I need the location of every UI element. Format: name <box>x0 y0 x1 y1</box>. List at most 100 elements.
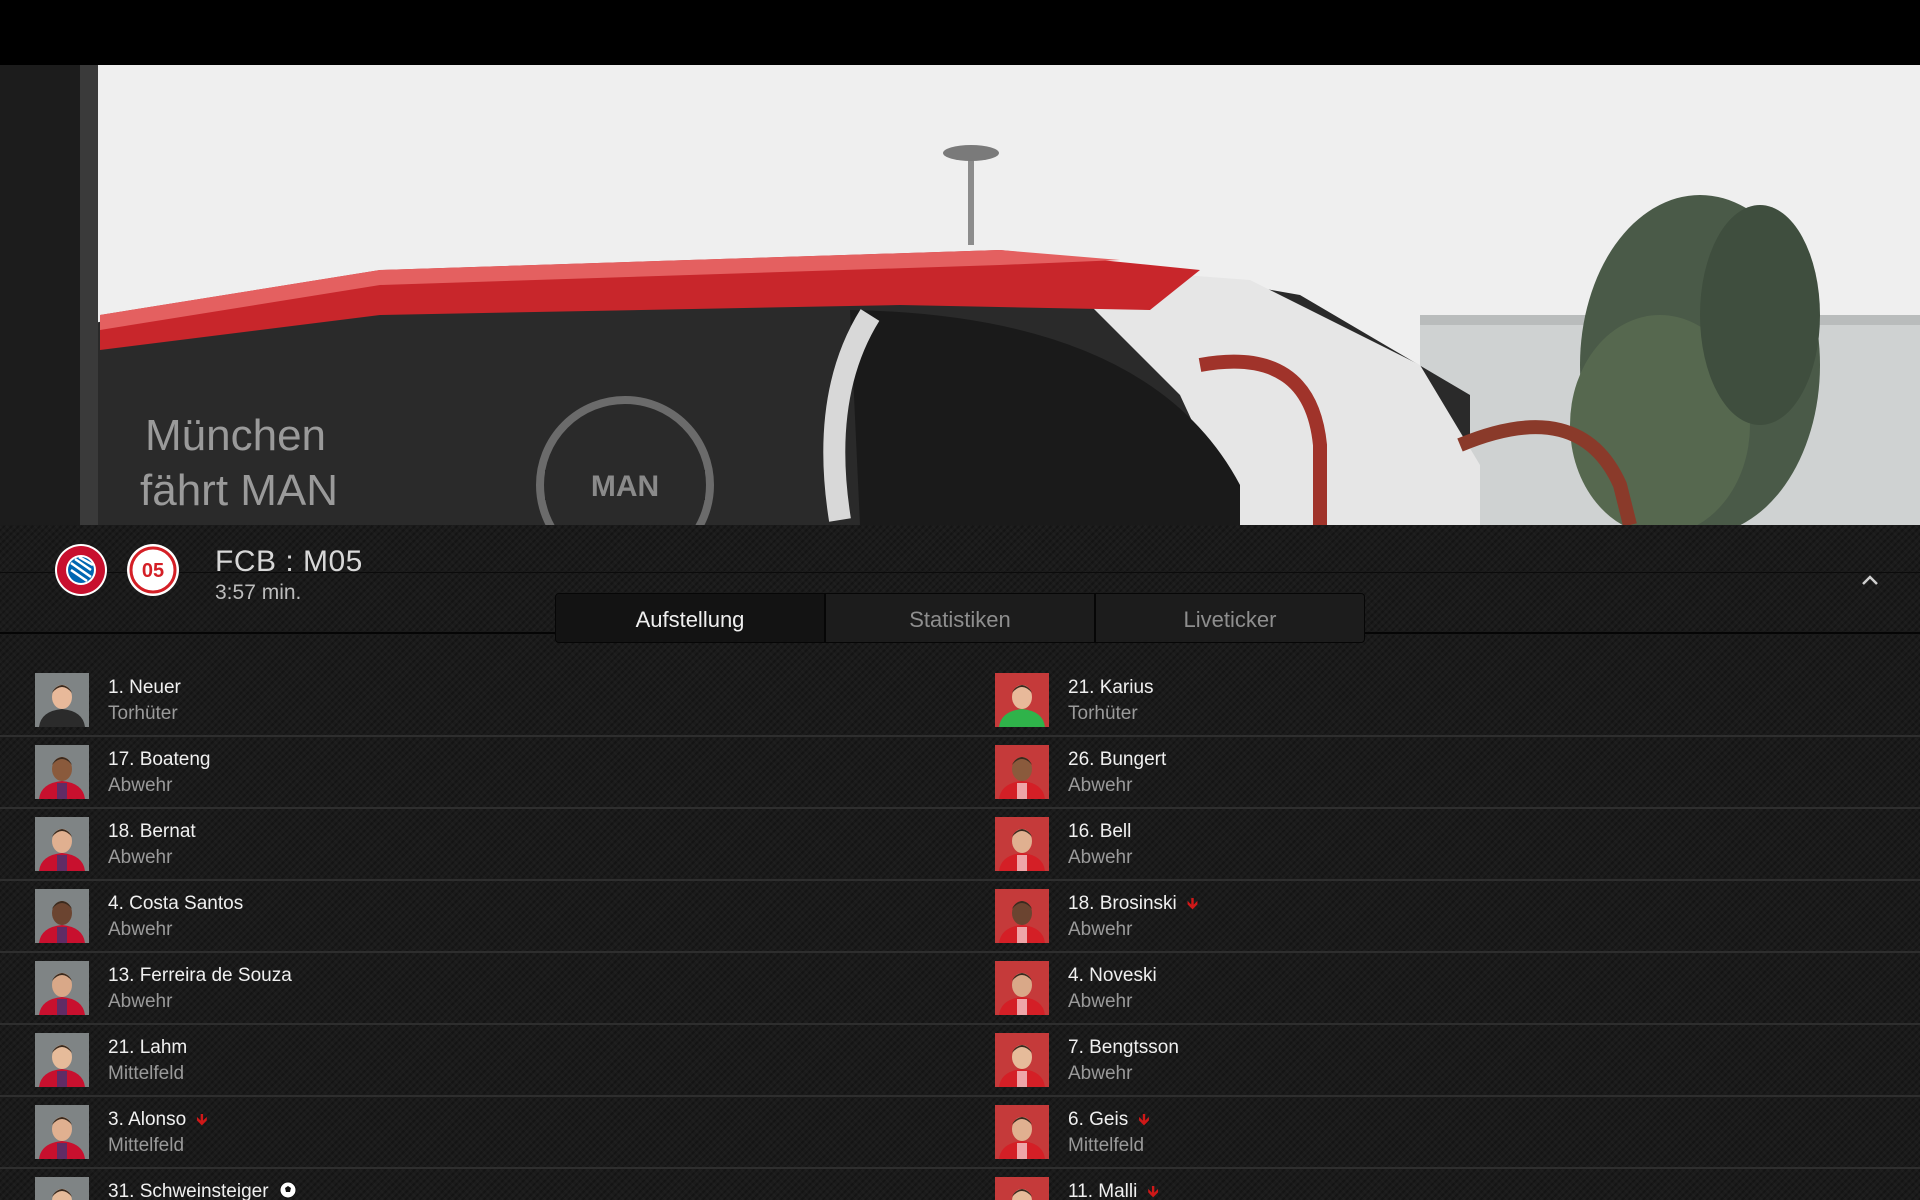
player-photo <box>35 889 89 943</box>
player-position: Abwehr <box>108 919 173 940</box>
player-position: Abwehr <box>1068 775 1133 796</box>
player-photo <box>35 1033 89 1087</box>
substitution-out-icon: 🡻 <box>1138 1112 1150 1129</box>
player-name-text: 1. Neuer <box>108 677 181 698</box>
player-row[interactable]: 21. Lahm Mittelfeld <box>0 1025 960 1097</box>
player-position: Abwehr <box>1068 847 1133 868</box>
player-name: 26. Bungert <box>1068 749 1166 771</box>
svg-text:05: 05 <box>142 560 164 582</box>
match-panel: 05 FCB : M05 3:57 min. Aufstellung Stati… <box>0 525 1920 1200</box>
player-photo <box>995 745 1049 799</box>
player-row[interactable]: 13. Ferreira de Souza Abwehr <box>0 953 960 1025</box>
mainz-05-logo: 05 <box>127 544 179 596</box>
player-name: 18. Bernat <box>108 821 196 843</box>
player-name: 13. Ferreira de Souza <box>108 965 292 987</box>
player-name: 4. Costa Santos <box>108 893 243 915</box>
player-name-text: 21. Karius <box>1068 677 1154 698</box>
player-photo <box>995 1033 1049 1087</box>
player-photo <box>995 1177 1049 1200</box>
player-name-text: 7. Bengtsson <box>1068 1037 1179 1058</box>
player-row[interactable]: 17. Boateng Abwehr <box>0 737 960 809</box>
bus-slogan-line2: fährt MAN <box>140 466 338 515</box>
player-position: Abwehr <box>1068 1063 1133 1084</box>
tab-bar: Aufstellung Statistiken Liveticker <box>555 593 1365 643</box>
player-row[interactable]: 18. Bernat Abwehr <box>0 809 960 881</box>
substitution-out-icon: 🡻 <box>196 1112 208 1129</box>
player-name: 1. Neuer <box>108 677 181 699</box>
bus-logo-text: MAN <box>591 470 659 503</box>
player-row[interactable]: 18. Brosinski 🡻 Abwehr <box>960 881 1920 953</box>
player-row[interactable]: 6. Geis 🡻 Mittelfeld <box>960 1097 1920 1169</box>
chevron-up-icon[interactable] <box>1858 569 1882 593</box>
player-name-text: 31. Schweinsteiger <box>108 1181 269 1200</box>
player-position: Torhüter <box>108 703 178 724</box>
tab-aufstellung[interactable]: Aufstellung <box>556 594 826 642</box>
player-name-text: 13. Ferreira de Souza <box>108 965 292 986</box>
player-name: 21. Lahm <box>108 1037 187 1059</box>
player-name: 6. Geis 🡻 <box>1068 1109 1150 1136</box>
player-position: Abwehr <box>108 775 173 796</box>
substitution-out-icon: 🡻 <box>1186 896 1199 913</box>
player-row[interactable]: 1. Neuer Torhüter <box>0 665 960 737</box>
player-photo <box>995 673 1049 727</box>
player-name-text: 21. Lahm <box>108 1037 188 1058</box>
away-lineup: 21. Karius Torhüter 26. Bungert Abwehr 16. B… <box>960 665 1920 1200</box>
player-name: 4. Noveski <box>1068 965 1157 987</box>
player-row[interactable]: 11. Malli 🡻 <box>960 1169 1920 1200</box>
substitution-out-icon: 🡻 <box>1147 1184 1159 1200</box>
player-photo <box>995 889 1049 943</box>
player-name: 11. Malli 🡻 <box>1068 1181 1159 1200</box>
video-frame: MAN München fährt MAN <box>0 65 1920 525</box>
player-photo <box>995 961 1049 1015</box>
player-photo <box>995 1105 1049 1159</box>
player-photo <box>35 1177 89 1200</box>
player-name-text: 4. Costa Santos <box>108 893 244 914</box>
player-position: Abwehr <box>108 847 173 868</box>
player-name: 18. Brosinski 🡻 <box>1068 893 1198 920</box>
player-name-text: 6. Geis <box>1068 1109 1129 1130</box>
player-row[interactable]: 3. Alonso 🡻 Mittelfeld <box>0 1097 960 1169</box>
player-photo <box>35 961 89 1015</box>
player-position: Abwehr <box>1068 919 1133 940</box>
player-name-text: 18. Brosinski <box>1068 893 1177 914</box>
player-name-text: 4. Noveski <box>1068 965 1157 986</box>
player-name: 17. Boateng <box>108 749 210 771</box>
player-photo <box>995 817 1049 871</box>
tab-statistiken[interactable]: Statistiken <box>826 594 1096 642</box>
player-name-text: 18. Bernat <box>108 821 196 842</box>
match-header: 05 FCB : M05 3:57 min. Aufstellung Stati… <box>0 525 1920 665</box>
match-score: FCB : M05 <box>215 545 363 578</box>
player-position: Mittelfeld <box>1068 1135 1145 1156</box>
player-name: 16. Bell <box>1068 821 1131 843</box>
player-row[interactable]: 16. Bell Abwehr <box>960 809 1920 881</box>
player-name-text: 17. Boateng <box>108 749 211 770</box>
player-name: 7. Bengtsson <box>1068 1037 1179 1059</box>
match-time: 3:57 min. <box>215 581 302 604</box>
player-name: 3. Alonso 🡻 <box>108 1109 208 1136</box>
player-name-text: 11. Malli <box>1068 1181 1138 1200</box>
player-position: Torhüter <box>1068 703 1138 724</box>
player-row[interactable]: 31. Schweinsteiger <box>0 1169 960 1200</box>
lineup-lists: 1. Neuer Torhüter 17. Boateng Abwehr 18. Ber… <box>0 665 1920 1200</box>
player-row[interactable]: 7. Bengtsson Abwehr <box>960 1025 1920 1097</box>
player-photo <box>35 817 89 871</box>
player-row[interactable]: 26. Bungert Abwehr <box>960 737 1920 809</box>
player-position: Abwehr <box>1068 991 1133 1012</box>
video-player[interactable]: MAN München fährt MAN <box>0 65 1920 525</box>
player-photo <box>35 745 89 799</box>
fc-bayern-logo <box>55 544 107 596</box>
player-row[interactable]: 21. Karius Torhüter <box>960 665 1920 737</box>
player-position: Mittelfeld <box>108 1063 185 1084</box>
player-position: Abwehr <box>108 991 173 1012</box>
top-black-bar <box>0 0 1920 65</box>
tab-liveticker[interactable]: Liveticker <box>1096 594 1364 642</box>
player-name-text: 16. Bell <box>1068 821 1132 842</box>
bus-slogan-line1: München <box>145 411 326 460</box>
player-row[interactable]: 4. Costa Santos Abwehr <box>0 881 960 953</box>
home-lineup: 1. Neuer Torhüter 17. Boateng Abwehr 18. Ber… <box>0 665 960 1200</box>
player-name-text: 26. Bungert <box>1068 749 1167 770</box>
player-position: Mittelfeld <box>108 1135 185 1156</box>
player-name-text: 3. Alonso <box>108 1109 187 1130</box>
player-row[interactable]: 4. Noveski Abwehr <box>960 953 1920 1025</box>
goal-ball-icon <box>279 1181 297 1199</box>
